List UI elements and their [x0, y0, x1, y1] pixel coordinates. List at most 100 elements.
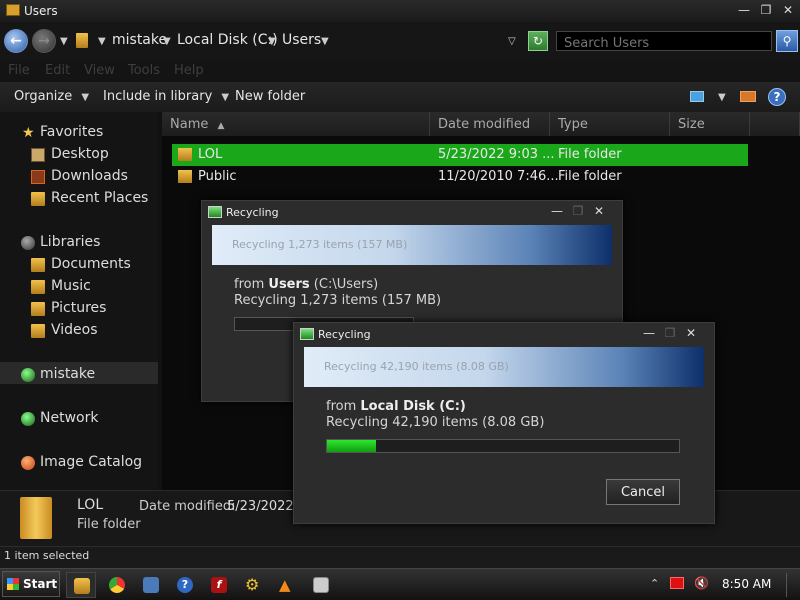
- recent-places-icon: [31, 192, 45, 206]
- column-type[interactable]: Type: [550, 112, 670, 136]
- show-hidden-icons-icon[interactable]: ⌃: [650, 577, 659, 590]
- nav-favorites[interactable]: Favorites: [40, 124, 103, 140]
- taskbar-notepad[interactable]: [306, 572, 336, 598]
- menu-tools[interactable]: Tools: [128, 63, 160, 78]
- organize-button[interactable]: Organize ▼: [14, 89, 89, 104]
- table-row[interactable]: LOL 5/23/2022 9:03 ... File folder: [172, 144, 748, 166]
- forward-button[interactable]: →: [32, 29, 56, 53]
- nav-downloads[interactable]: Downloads: [51, 168, 128, 184]
- folder-icon: [178, 148, 192, 161]
- folder-icon: [6, 4, 20, 16]
- nav-libraries[interactable]: Libraries: [40, 234, 100, 250]
- column-name[interactable]: Name ▲: [162, 112, 430, 136]
- taskbar-settings[interactable]: ⚙: [238, 572, 268, 598]
- nav-image-catalog[interactable]: Image Catalog: [40, 454, 142, 470]
- from-prefix: from: [326, 399, 361, 414]
- taskbar-vlc[interactable]: ▲: [272, 572, 302, 598]
- from-line: from Local Disk (C:): [326, 399, 466, 414]
- action-center-icon[interactable]: [670, 577, 684, 589]
- address-history-dropdown[interactable]: ▽: [508, 36, 516, 47]
- command-bar: Organize ▼ Include in library ▼ New fold…: [0, 82, 800, 112]
- new-folder-button[interactable]: New folder: [235, 89, 305, 104]
- nav-desktop[interactable]: Desktop: [51, 146, 109, 162]
- folder-icon: [74, 578, 90, 594]
- menu-help[interactable]: Help: [174, 63, 204, 78]
- taskbar-help[interactable]: ?: [170, 572, 200, 598]
- libraries-icon: [21, 236, 35, 250]
- close-button[interactable]: ✕: [590, 204, 608, 220]
- title-bar[interactable]: Users — ❐ ✕: [0, 0, 800, 22]
- clock[interactable]: 8:50 AM: [722, 577, 771, 591]
- maximize-button[interactable]: ❐: [756, 3, 776, 19]
- file-name: Public: [198, 169, 237, 184]
- nav-pictures[interactable]: Pictures: [51, 300, 106, 316]
- folder-icon: [76, 33, 88, 48]
- include-in-library-button[interactable]: Include in library ▼: [103, 89, 229, 104]
- dialog-title-bar[interactable]: Recycling — ❐ ✕: [202, 201, 622, 225]
- breadcrumb-computer[interactable]: mistake: [112, 32, 167, 48]
- minimize-button[interactable]: —: [548, 204, 566, 220]
- minimize-button[interactable]: —: [734, 3, 754, 19]
- progress-fill: [327, 440, 377, 452]
- help-icon[interactable]: ?: [768, 88, 786, 106]
- nav-music[interactable]: Music: [51, 278, 91, 294]
- back-button[interactable]: ←: [4, 29, 28, 53]
- desktop-icon: [31, 148, 45, 162]
- search-input[interactable]: [557, 34, 771, 53]
- dialog-title-bar[interactable]: Recycling — ❐ ✕: [294, 323, 714, 347]
- show-desktop-button[interactable]: [786, 573, 796, 597]
- chevron-down-icon[interactable]: ▼: [718, 92, 726, 103]
- column-size[interactable]: Size: [670, 112, 750, 136]
- close-button[interactable]: ✕: [778, 3, 798, 19]
- search-icon[interactable]: ⚲: [776, 30, 798, 52]
- close-button[interactable]: ✕: [682, 326, 700, 342]
- view-icon[interactable]: [690, 91, 704, 102]
- gear-icon: ⚙: [245, 575, 260, 594]
- table-row[interactable]: Public 11/20/2010 7:46... File folder: [172, 166, 748, 188]
- recent-pages-dropdown[interactable]: ▼: [60, 36, 68, 47]
- explorer-window: Users — ❐ ✕ ← → ▼ ▼ mistake ▼ Local Disk…: [0, 0, 800, 568]
- file-date: 5/23/2022 9:03 ...: [438, 147, 555, 162]
- nav-documents[interactable]: Documents: [51, 256, 131, 272]
- recycle-icon: [300, 328, 314, 340]
- speaker-muted-icon[interactable]: 🔇: [694, 576, 709, 590]
- chevron-right-icon[interactable]: ▼: [98, 36, 106, 47]
- maximize-button: ❐: [664, 326, 676, 340]
- search-box[interactable]: [556, 31, 772, 53]
- nav-network[interactable]: Network: [40, 410, 98, 426]
- from-prefix: from: [234, 277, 269, 292]
- chevron-right-icon[interactable]: ▼: [268, 36, 276, 47]
- taskbar-flash[interactable]: f: [204, 572, 234, 598]
- from-path: (C:\Users): [309, 277, 379, 292]
- downloads-icon: [31, 170, 45, 184]
- recycling-dialog-2: Recycling — ❐ ✕ Recycling 42,190 items (…: [293, 322, 715, 524]
- taskbar-chrome[interactable]: [102, 572, 132, 598]
- taskbar-explorer[interactable]: [66, 572, 96, 598]
- status-bar: 1 item selected: [0, 546, 800, 568]
- nav-recent-places[interactable]: Recent Places: [51, 190, 148, 206]
- image-catalog-icon: [21, 456, 35, 470]
- star-icon: ★: [22, 125, 35, 141]
- preview-pane-icon[interactable]: [740, 91, 756, 102]
- menu-file[interactable]: File: [8, 63, 30, 78]
- music-icon: [31, 280, 45, 294]
- computer-icon: [21, 368, 35, 382]
- minimize-button[interactable]: —: [640, 326, 658, 342]
- menu-edit[interactable]: Edit: [45, 63, 70, 78]
- nav-videos[interactable]: Videos: [51, 322, 98, 338]
- menu-view[interactable]: View: [84, 63, 115, 78]
- column-date-modified[interactable]: Date modified: [430, 112, 550, 136]
- breadcrumb-users[interactable]: Users: [282, 32, 321, 48]
- nav-computer[interactable]: mistake: [40, 366, 95, 382]
- taskbar-app[interactable]: [136, 572, 166, 598]
- windows-logo-icon: [7, 578, 19, 590]
- start-label: Start: [23, 577, 58, 591]
- items-line: Recycling 42,190 items (8.08 GB): [326, 415, 545, 430]
- dialog-title: Recycling: [318, 328, 371, 341]
- refresh-button[interactable]: ↻: [528, 31, 548, 51]
- start-button[interactable]: Start: [2, 571, 60, 597]
- breadcrumb-drive[interactable]: Local Disk (C:): [177, 32, 278, 48]
- cancel-button[interactable]: Cancel: [606, 479, 680, 505]
- chevron-right-icon[interactable]: ▼: [163, 36, 171, 47]
- chevron-right-icon[interactable]: ▼: [321, 36, 329, 47]
